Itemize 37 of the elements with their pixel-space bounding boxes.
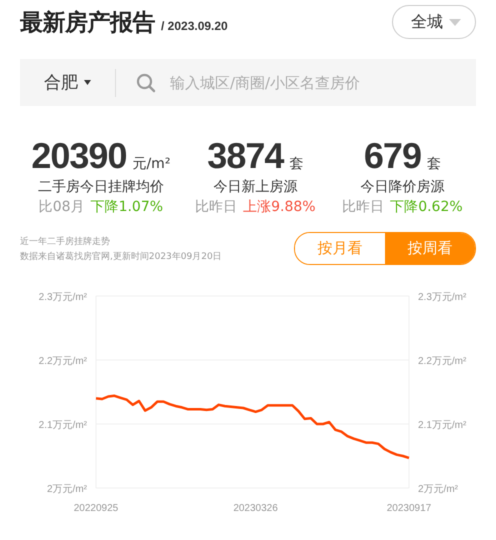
axis-label: 2.3万元/m² — [38, 292, 87, 303]
scope-dropdown[interactable]: 全城 — [392, 5, 476, 39]
axis-label: 2.2万元/m² — [38, 356, 87, 367]
stat-value: 679 — [364, 136, 421, 176]
axis-label: 2万元/m² — [418, 484, 458, 495]
stat-label: 今日新上房源 — [213, 178, 298, 196]
compare-label: 比08月 — [38, 198, 85, 216]
city-dropdown[interactable]: 合肥 — [20, 59, 115, 106]
stat-label: 今日降价房源 — [360, 178, 444, 196]
axis-label: 2.1万元/m² — [418, 420, 466, 431]
axis-label: 2万元/m² — [47, 484, 87, 495]
search-input[interactable]: 输入城区/商圈/小区名查房价 — [168, 72, 476, 92]
search-field[interactable]: 输入城区/商圈/小区名查房价 — [116, 59, 476, 106]
stat-value: 3874 — [207, 136, 284, 176]
change-value: 上涨9.88% — [243, 198, 316, 216]
axis-label: 2.2万元/m² — [418, 356, 466, 367]
stat-unit: 套 — [426, 155, 441, 173]
compare-label: 比昨日 — [342, 198, 384, 216]
data-source-note: 数据来自诸葛找房官网,更新时间2023年09月20日 — [20, 250, 222, 262]
axis-label: 20230326 — [233, 503, 278, 514]
stat-unit: 套 — [289, 155, 304, 173]
compare-label: 比昨日 — [195, 198, 238, 216]
caret-icon — [84, 80, 91, 85]
axis-label: 20230917 — [386, 503, 432, 514]
axis-label: 2.3万元/m² — [418, 292, 466, 303]
axis-label: 20220925 — [74, 503, 118, 514]
change-value: 下降0.62% — [390, 198, 463, 216]
stat-value: 20390 — [31, 136, 126, 176]
report-date: / 2023.09.20 — [161, 18, 228, 32]
axis-label: 2.1万元/m² — [38, 420, 87, 431]
page-title: 最新房产报告 — [20, 8, 155, 38]
stat-label: 二手房今日挂牌均价 — [38, 178, 164, 196]
stat-unit: 元/m² — [132, 155, 170, 173]
change-value: 下降1.07% — [90, 198, 164, 216]
caret-icon — [449, 18, 461, 26]
search-icon — [136, 72, 156, 92]
chart-title: 近一年二手房挂牌走势 — [20, 236, 111, 248]
